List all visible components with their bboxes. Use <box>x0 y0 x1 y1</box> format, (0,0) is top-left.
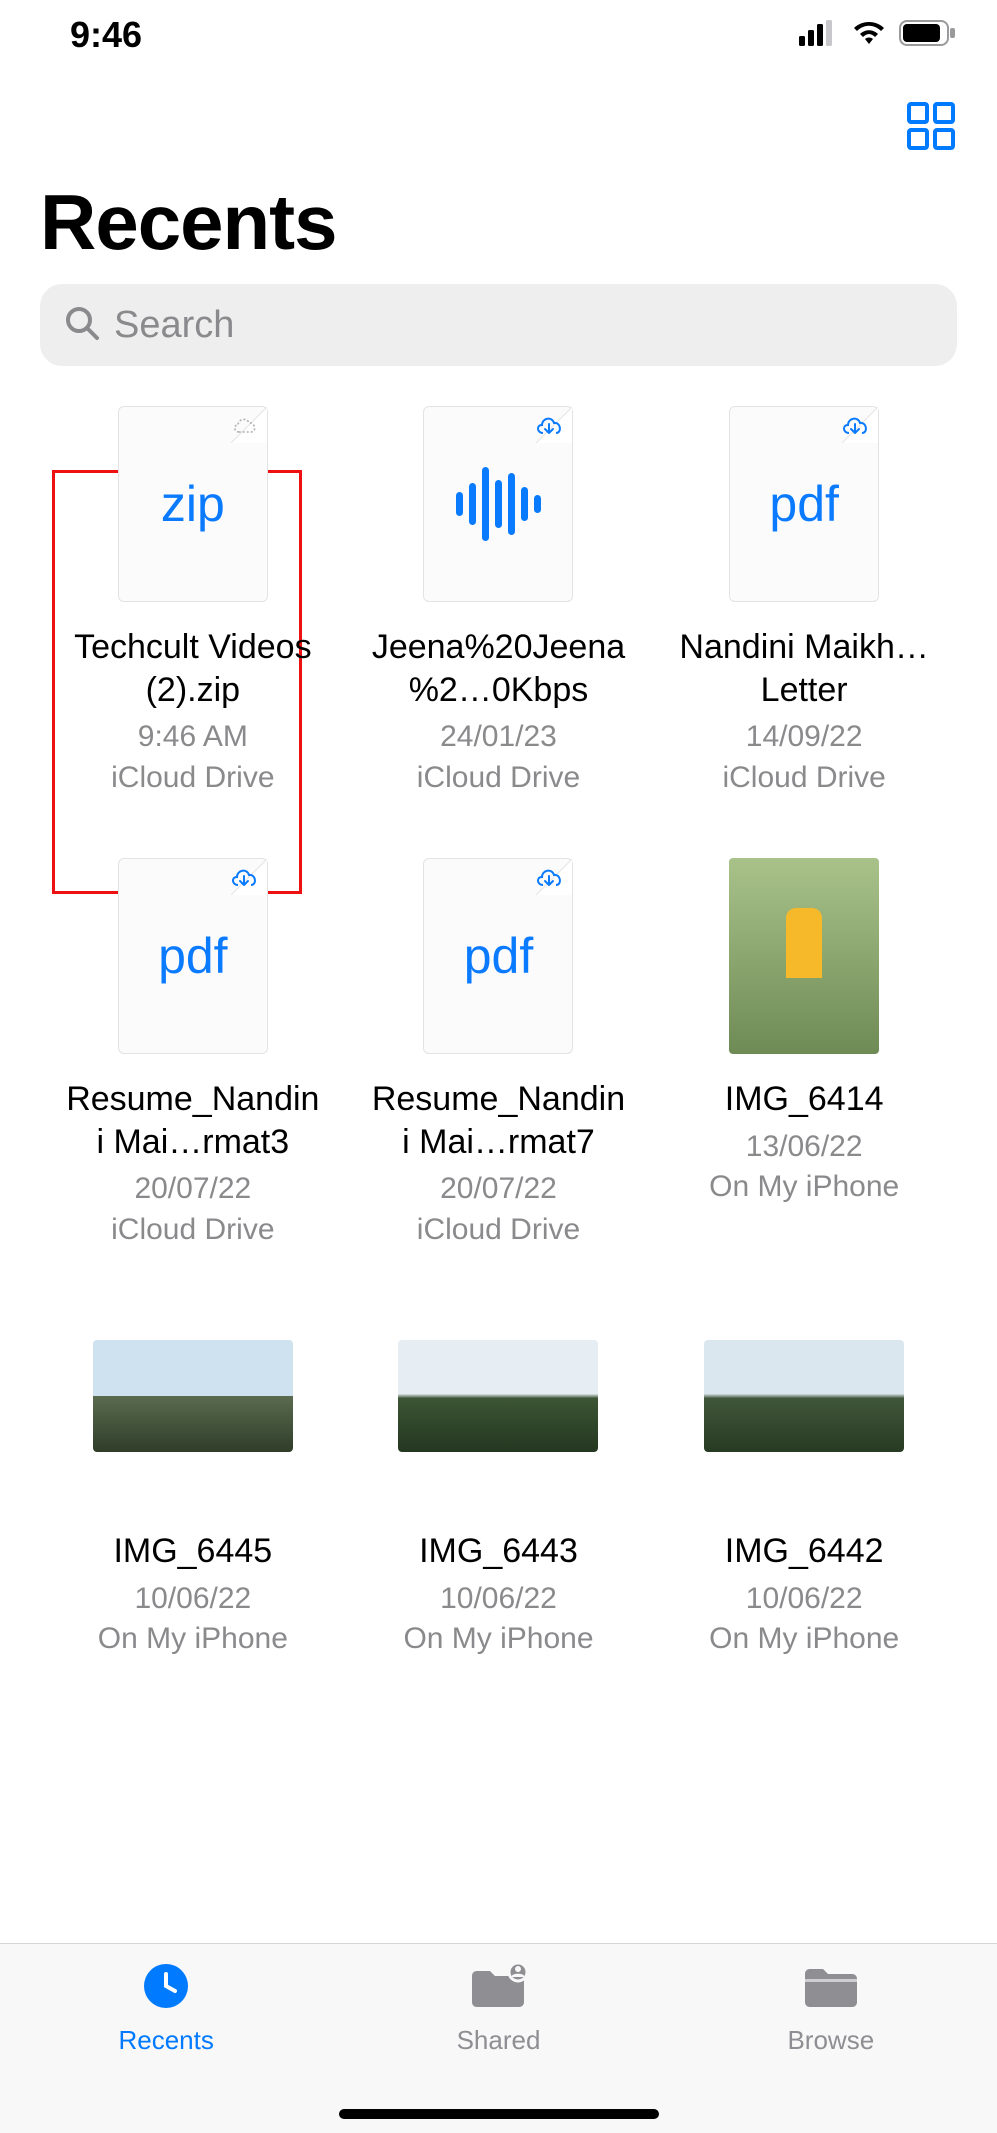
photo-thumbnail <box>93 1340 293 1452</box>
file-name: Nandini Maikh…Letter <box>674 626 934 711</box>
file-name: Resume_Nandini Mai…rmat7 <box>368 1078 628 1163</box>
file-name: Jeena%20Jeena%2…0Kbps <box>368 626 628 711</box>
file-location: On My iPhone <box>709 1167 899 1208</box>
tab-label: Shared <box>457 2025 541 2056</box>
grid-view-button[interactable] <box>905 100 957 157</box>
file-name: Resume_Nandini Mai…rmat3 <box>63 1078 323 1163</box>
file-name: IMG_6442 <box>725 1530 884 1573</box>
tab-recents[interactable]: Recents <box>66 1962 266 2056</box>
tab-label: Browse <box>787 2025 874 2056</box>
file-name: Techcult Videos (2).zip <box>63 626 323 711</box>
file-item[interactable]: pdf Nandini Maikh…Letter 14/09/22 iCloud… <box>651 406 957 798</box>
file-type-label: zip <box>161 475 225 533</box>
tab-shared[interactable]: Shared <box>398 1962 598 2056</box>
status-bar: 9:46 <box>0 0 997 70</box>
file-date: 13/06/22 <box>746 1127 863 1168</box>
file-item[interactable]: Jeena%20Jeena%2…0Kbps 24/01/23 iCloud Dr… <box>346 406 652 798</box>
file-item[interactable]: IMG_6445 10/06/22 On My iPhone <box>40 1310 346 1660</box>
cloud-download-icon <box>229 867 259 894</box>
search-field[interactable] <box>40 284 957 366</box>
cloud-download-icon <box>534 415 564 442</box>
tab-bar: Recents Shared Browse <box>0 1943 997 2133</box>
audio-waveform-icon <box>456 467 541 541</box>
file-thumbnail <box>423 406 573 602</box>
files-grid: zip Techcult Videos (2).zip 9:46 AM iClo… <box>0 406 997 1660</box>
file-item[interactable]: zip Techcult Videos (2).zip 9:46 AM iClo… <box>40 406 346 798</box>
file-item[interactable]: IMG_6442 10/06/22 On My iPhone <box>651 1310 957 1660</box>
file-type-label: pdf <box>158 927 228 985</box>
file-location: iCloud Drive <box>417 1210 580 1251</box>
file-item[interactable]: pdf Resume_Nandini Mai…rmat3 20/07/22 iC… <box>40 858 346 1250</box>
folder-icon <box>801 1962 861 2017</box>
file-name: IMG_6445 <box>113 1530 272 1573</box>
file-location: iCloud Drive <box>722 758 885 799</box>
cloud-dashed-icon <box>231 415 259 440</box>
file-item[interactable]: IMG_6414 13/06/22 On My iPhone <box>651 858 957 1250</box>
file-type-label: pdf <box>769 475 839 533</box>
file-date: 10/06/22 <box>134 1579 251 1620</box>
wifi-icon <box>851 20 887 51</box>
tab-browse[interactable]: Browse <box>731 1962 931 2056</box>
cellular-icon <box>799 20 839 51</box>
file-date: 10/06/22 <box>746 1579 863 1620</box>
file-thumbnail: pdf <box>423 858 573 1054</box>
search-input[interactable] <box>114 304 933 347</box>
photo-thumbnail <box>398 1340 598 1452</box>
file-location: On My iPhone <box>98 1619 288 1660</box>
file-thumbnail: pdf <box>118 858 268 1054</box>
cloud-download-icon <box>534 867 564 894</box>
file-date: 24/01/23 <box>440 717 557 758</box>
file-location: iCloud Drive <box>417 758 580 799</box>
file-type-label: pdf <box>464 927 534 985</box>
file-location: iCloud Drive <box>111 1210 274 1251</box>
file-thumbnail: pdf <box>729 406 879 602</box>
status-icons <box>799 20 957 51</box>
shared-folder-icon <box>468 1962 528 2017</box>
cloud-download-icon <box>840 415 870 442</box>
file-location: On My iPhone <box>403 1619 593 1660</box>
file-date: 20/07/22 <box>440 1169 557 1210</box>
file-location: iCloud Drive <box>111 758 274 799</box>
page-title: Recents <box>0 157 997 284</box>
tab-label: Recents <box>118 2025 213 2056</box>
file-location: On My iPhone <box>709 1619 899 1660</box>
file-date: 14/09/22 <box>746 717 863 758</box>
file-name: IMG_6443 <box>419 1530 578 1573</box>
file-name: IMG_6414 <box>725 1078 884 1121</box>
clock-icon <box>142 1962 190 2017</box>
file-item[interactable]: pdf Resume_Nandini Mai…rmat7 20/07/22 iC… <box>346 858 652 1250</box>
home-indicator[interactable] <box>339 2109 659 2119</box>
photo-thumbnail <box>704 1340 904 1452</box>
status-time: 9:46 <box>70 14 142 56</box>
battery-icon <box>899 20 957 51</box>
file-date: 10/06/22 <box>440 1579 557 1620</box>
file-date: 9:46 AM <box>138 717 248 758</box>
file-thumbnail: zip <box>118 406 268 602</box>
file-item[interactable]: IMG_6443 10/06/22 On My iPhone <box>346 1310 652 1660</box>
photo-thumbnail <box>729 858 879 1054</box>
search-icon <box>64 305 100 346</box>
file-date: 20/07/22 <box>134 1169 251 1210</box>
